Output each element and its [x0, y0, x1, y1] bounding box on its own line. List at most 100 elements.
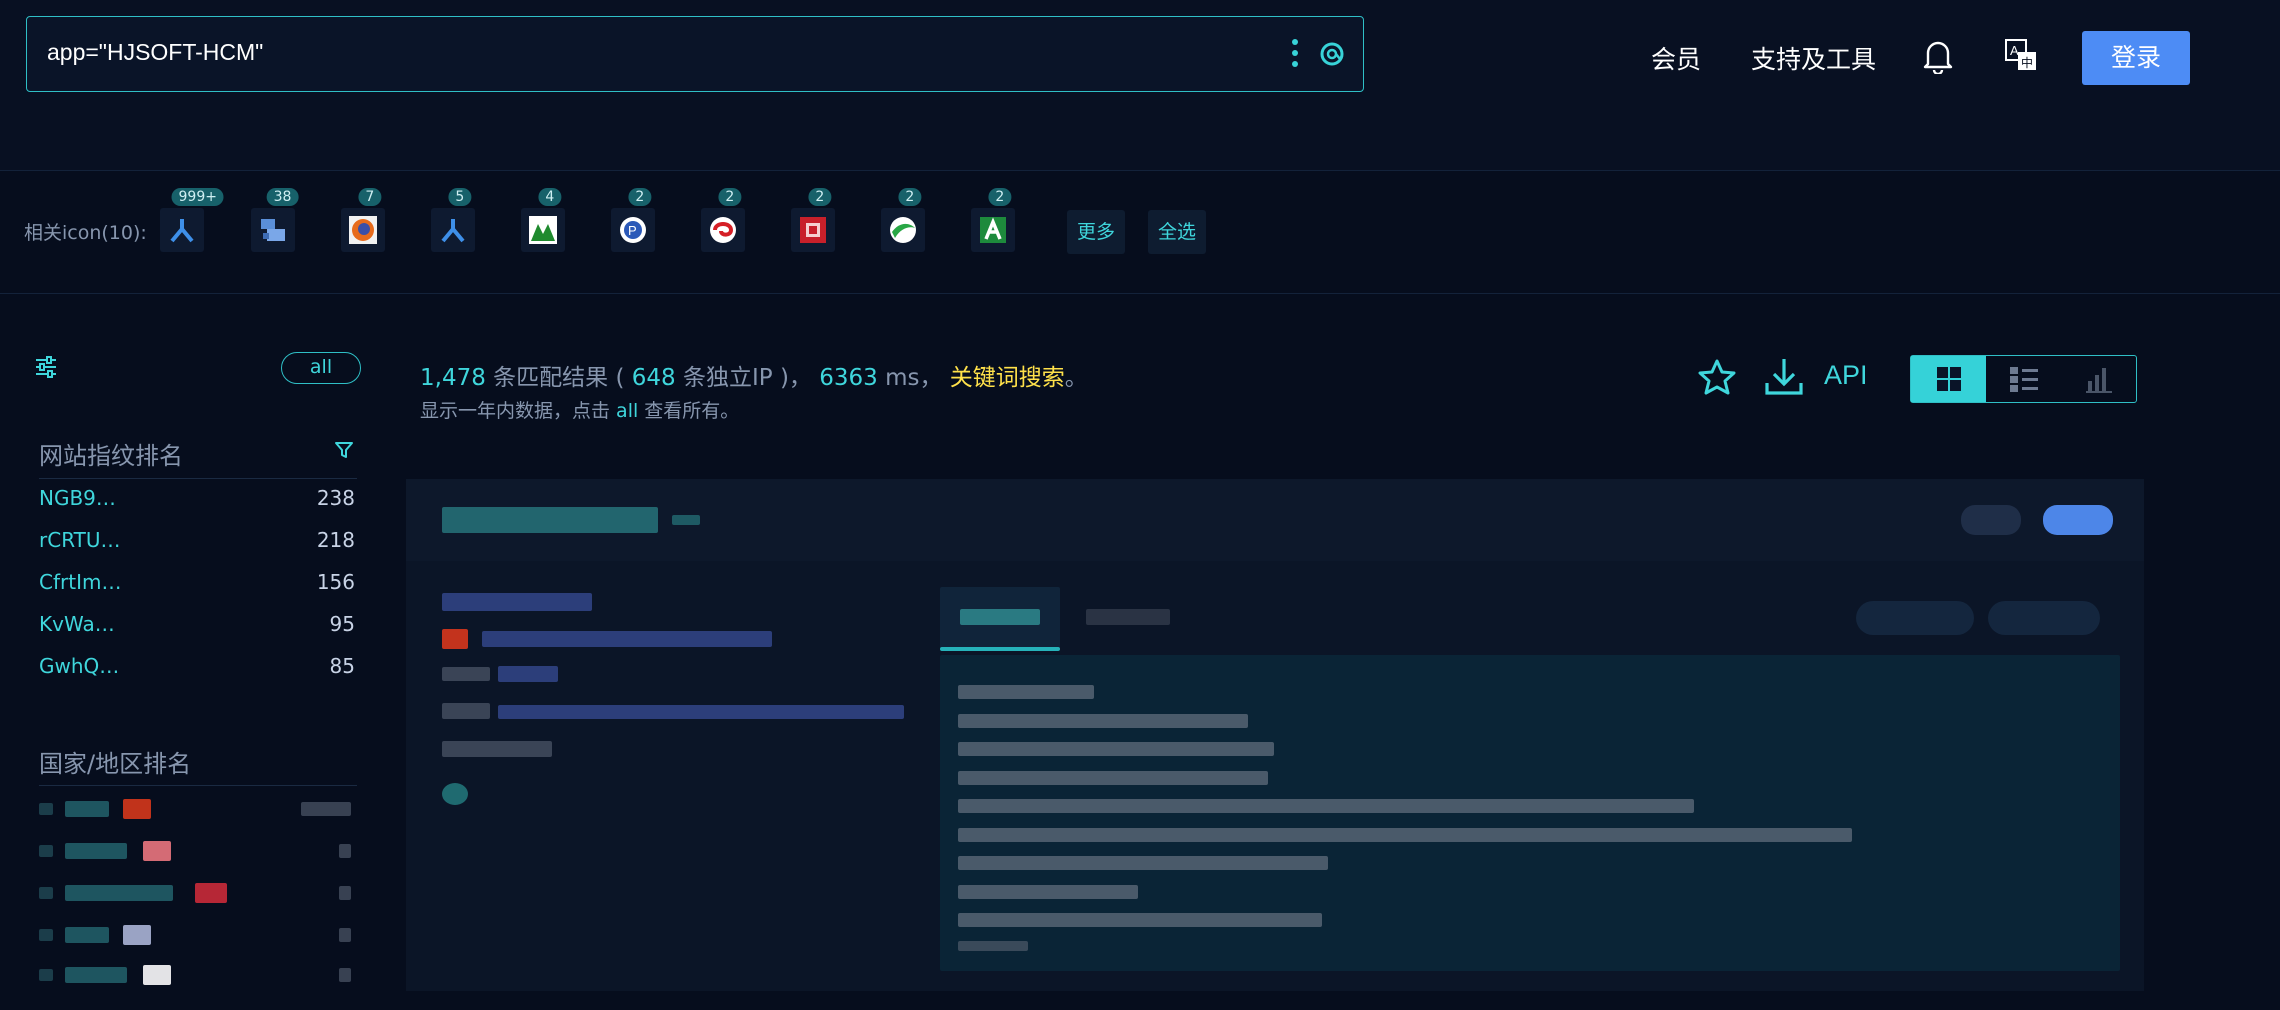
language-icon[interactable]: A 中: [2004, 38, 2038, 72]
download-icon[interactable]: [1764, 356, 1804, 398]
count-badge: 38: [266, 188, 299, 206]
robot-logo-icon: [261, 219, 285, 241]
show-all-link[interactable]: all: [616, 400, 638, 422]
lambda-logo-icon: [170, 219, 194, 243]
grid-view-button[interactable]: [1911, 356, 1986, 402]
fingerprint-name[interactable]: GwhQ…: [39, 654, 119, 678]
bar-chart-icon: [2085, 368, 2112, 393]
flag-icon: [442, 629, 468, 649]
flag-icon: [123, 799, 151, 819]
host-title-blurred[interactable]: [442, 507, 658, 533]
login-button[interactable]: 登录: [2082, 31, 2190, 85]
top-bar: app="HJSOFT-HCM" 会员 支持及工具 A 中 登录: [0, 0, 2280, 170]
fingerprint-count: 85: [329, 654, 355, 678]
filter-funnel-icon[interactable]: [334, 440, 354, 460]
app-icon-8[interactable]: 2: [791, 188, 835, 252]
app-icon-10[interactable]: 2: [971, 188, 1015, 252]
ip-blurred[interactable]: [442, 593, 592, 611]
app-icon-5[interactable]: 4: [521, 188, 565, 252]
result-hint: 显示一年内数据，点击 all 查看所有。: [420, 396, 739, 423]
app-icon-7[interactable]: 2: [701, 188, 745, 252]
all-filter-pill[interactable]: all: [281, 352, 361, 384]
fingerprint-row[interactable]: GwhQ… 85: [39, 654, 355, 684]
svg-text:中: 中: [2021, 55, 2033, 70]
flag-icon: [195, 883, 227, 903]
green-arrow-logo-icon: [980, 217, 1006, 243]
fingerprint-name[interactable]: KvWa…: [39, 612, 115, 636]
result-summary: 1,478 条匹配结果 ( 648 条独立IP )， 6363 ms， 关键词搜…: [420, 358, 1088, 392]
country-row[interactable]: [39, 797, 355, 821]
flag-icon: [123, 925, 151, 945]
lambda-logo-icon: [441, 219, 465, 243]
svg-text:A: A: [2010, 43, 2019, 58]
more-options-icon[interactable]: [1291, 39, 1299, 69]
fingerprint-row[interactable]: KvWa… 95: [39, 612, 355, 642]
query-time-suffix: ms，: [877, 365, 950, 391]
flag-icon: [143, 965, 171, 985]
flag-icon: [143, 841, 171, 861]
list-view-button[interactable]: [1986, 356, 2061, 402]
fingerprint-count: 95: [329, 612, 355, 636]
result-count: 1,478: [420, 365, 486, 391]
divider: [0, 170, 2280, 171]
count-badge: 7: [358, 188, 382, 206]
fingerprint-row[interactable]: NGB9… 238: [39, 486, 355, 516]
count-badge: 999+: [171, 188, 224, 206]
fingerprint-ranking-title: 网站指纹排名: [39, 442, 183, 470]
search-input[interactable]: app="HJSOFT-HCM": [47, 39, 263, 66]
search-box[interactable]: app="HJSOFT-HCM": [26, 16, 1364, 92]
count-badge: 4: [538, 188, 562, 206]
fingerprint-name[interactable]: rCRTU…: [39, 528, 120, 552]
result-count-suffix: 条匹配结果 (: [485, 365, 632, 391]
app-icon-9[interactable]: 2: [881, 188, 925, 252]
mountain-logo-icon: [529, 216, 557, 244]
nav-support-tools[interactable]: 支持及工具: [1751, 40, 1876, 76]
count-badge: 2: [898, 188, 922, 206]
search-icon[interactable]: [1319, 41, 1347, 69]
unique-ip-suffix: 条独立IP )，: [675, 365, 820, 391]
fingerprint-row[interactable]: rCRTU… 218: [39, 528, 355, 558]
keyword-search-link[interactable]: 关键词搜索: [950, 365, 1065, 391]
unique-ip-count: 648: [631, 365, 676, 391]
country-row[interactable]: [39, 963, 355, 987]
divider: [39, 785, 357, 786]
divider: [0, 293, 2280, 294]
stats-view-button[interactable]: [2061, 356, 2136, 402]
fingerprint-count: 218: [316, 528, 355, 552]
result-card: [406, 479, 2144, 991]
count-badge: 2: [718, 188, 742, 206]
bell-icon[interactable]: [1922, 38, 1954, 74]
country-row[interactable]: [39, 923, 355, 947]
fingerprint-row[interactable]: CfrtIm… 156: [39, 570, 355, 600]
nav-member[interactable]: 会员: [1651, 40, 1701, 76]
svg-text:P: P: [628, 223, 637, 238]
api-button[interactable]: API: [1824, 360, 1868, 391]
hint-prefix: 显示一年内数据，点击: [420, 400, 617, 422]
app-icon-4[interactable]: 5: [431, 188, 475, 252]
firefox-icon: [349, 216, 377, 244]
globe-logo-icon: P: [620, 217, 646, 243]
count-badge: 2: [808, 188, 832, 206]
count-badge: 5: [448, 188, 472, 206]
star-icon[interactable]: [1697, 358, 1737, 398]
fingerprint-count: 238: [316, 486, 355, 510]
app-icon-3[interactable]: 7: [341, 188, 385, 252]
query-time: 6363: [819, 365, 878, 391]
country-row[interactable]: [39, 839, 355, 863]
more-icons-button[interactable]: 更多: [1067, 210, 1126, 254]
result-card-header: [406, 479, 2144, 561]
app-icon-6[interactable]: 2 P: [611, 188, 655, 252]
fingerprint-name[interactable]: CfrtIm…: [39, 570, 121, 594]
view-toggle: [1910, 355, 2137, 403]
app-icon-1[interactable]: 999+: [160, 188, 224, 252]
app-icon-2[interactable]: 38: [251, 188, 299, 252]
settings-sliders-icon[interactable]: [34, 355, 58, 379]
count-badge: 2: [988, 188, 1012, 206]
select-all-button[interactable]: 全选: [1148, 210, 1207, 254]
red-seal-logo-icon: [800, 217, 826, 243]
red-swirl-logo-icon: [710, 217, 736, 243]
grid-icon: [1936, 367, 1961, 391]
related-icons-label: 相关icon(10):: [24, 222, 147, 244]
fingerprint-name[interactable]: NGB9…: [39, 486, 116, 510]
country-row[interactable]: [39, 881, 355, 905]
